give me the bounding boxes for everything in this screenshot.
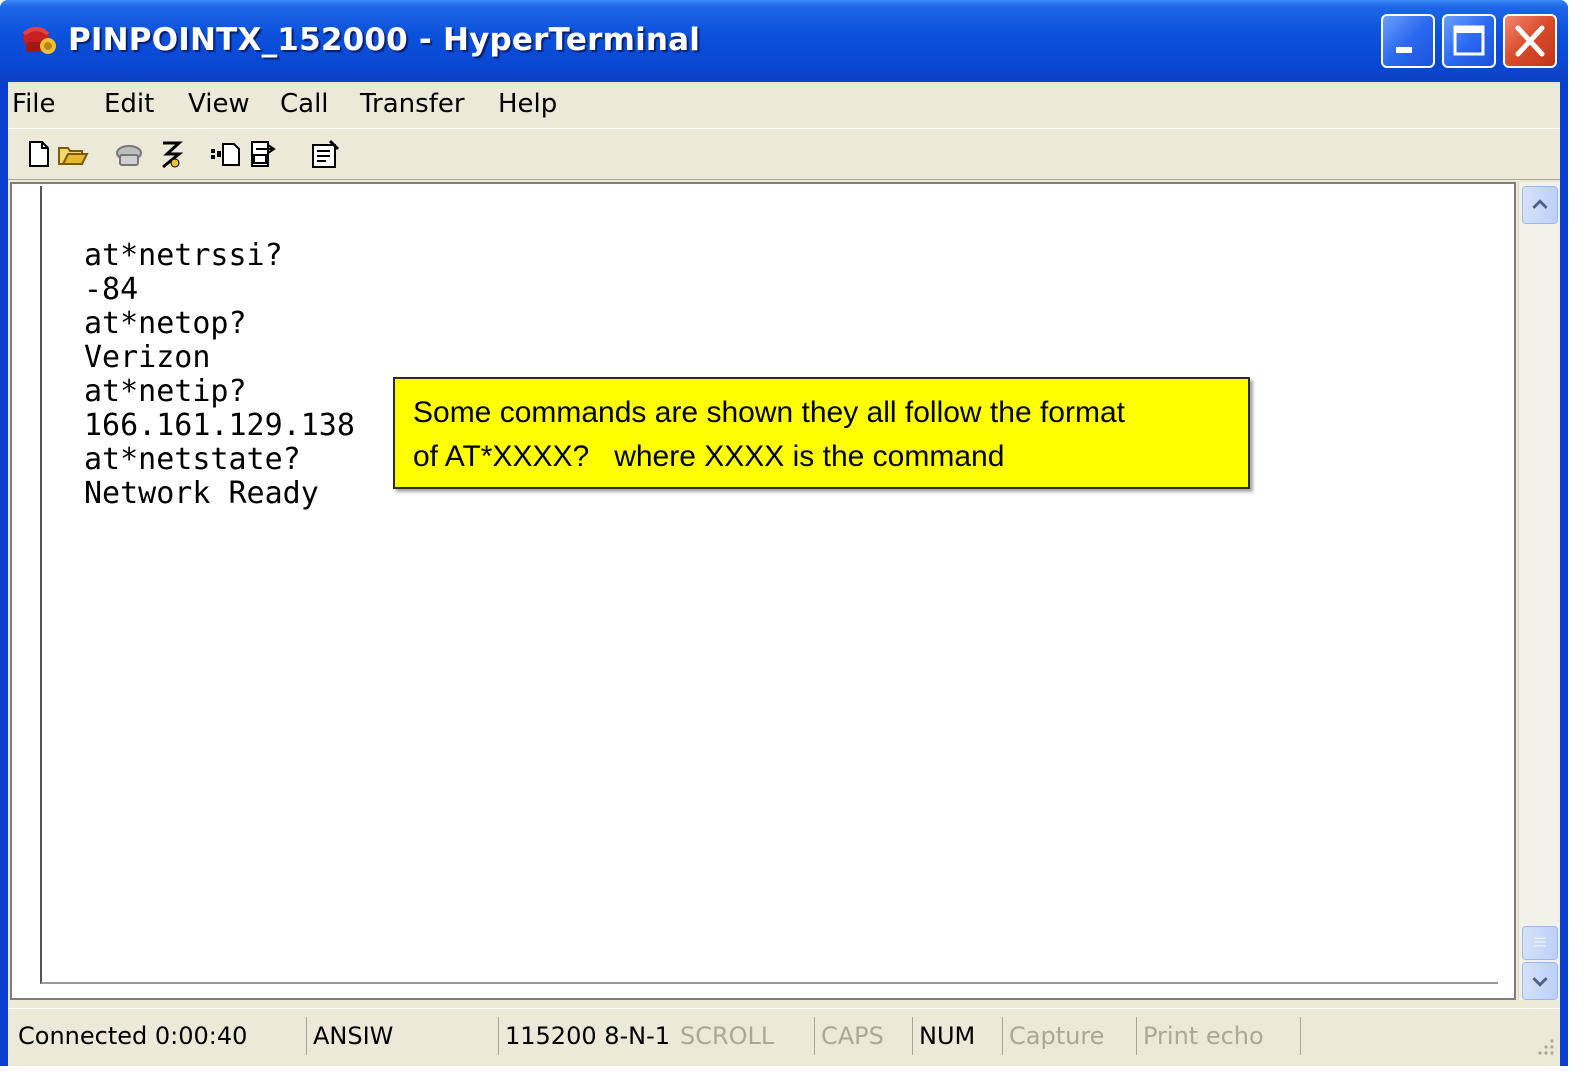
receive-file-button[interactable]	[246, 137, 280, 171]
properties-button[interactable]	[308, 137, 342, 171]
chevron-down-icon	[1532, 977, 1548, 987]
hang-up-icon	[162, 141, 184, 169]
phone-icon	[116, 145, 142, 166]
minimize-button[interactable]	[1381, 14, 1435, 68]
status-print-echo: Print echo	[1136, 1017, 1300, 1055]
menu-file[interactable]: File	[12, 89, 56, 119]
resize-grip-icon[interactable]	[1532, 1033, 1556, 1057]
minimize-icon	[1396, 47, 1412, 53]
maximize-button[interactable]	[1442, 14, 1496, 68]
status-caps: CAPS	[814, 1017, 906, 1055]
grip-icon	[1534, 937, 1546, 947]
status-port-settings: 115200 8-N-1	[498, 1017, 674, 1055]
disconnect-button[interactable]	[154, 137, 188, 171]
send-file-button[interactable]	[208, 137, 242, 171]
send-file-icon	[211, 143, 240, 166]
scroll-up-button[interactable]	[1522, 186, 1558, 224]
callout-line-1: Some commands are shown they all follow …	[413, 396, 1125, 429]
status-num: NUM	[912, 1017, 1002, 1055]
menu-edit[interactable]: Edit	[104, 89, 154, 119]
client-area: File Edit View Call Transfer Help at*net…	[8, 82, 1560, 1066]
terminal-line: Network Ready	[84, 476, 319, 511]
status-capture: Capture	[1002, 1017, 1130, 1055]
terminal-line: at*netstate?	[84, 442, 301, 477]
maximize-icon	[1453, 25, 1485, 56]
status-emulation: ANSIW	[306, 1017, 490, 1055]
toolbar	[8, 128, 1560, 180]
terminal-line: -84	[84, 272, 139, 307]
call-button[interactable]	[112, 137, 146, 171]
chevron-up-icon	[1532, 199, 1548, 209]
menu-view[interactable]: View	[188, 89, 250, 119]
terminal-screen[interactable]: at*netrssi? -84 at*netop? Verizon at*net…	[10, 182, 1516, 1000]
close-icon	[1515, 25, 1545, 57]
scroll-thumb[interactable]	[1522, 926, 1558, 960]
status-scroll: SCROLL	[680, 1022, 775, 1050]
menu-bar: File Edit View Call Transfer Help	[8, 82, 1560, 126]
new-document-icon	[29, 141, 49, 167]
callout-line-2: of AT*XXXX? where XXXX is the command	[413, 440, 1005, 473]
terminal-line: at*netop?	[84, 306, 247, 341]
properties-icon	[312, 139, 340, 168]
close-button[interactable]	[1503, 14, 1557, 68]
menu-transfer[interactable]: Transfer	[360, 89, 465, 119]
terminal-text-area[interactable]	[40, 186, 1498, 984]
vertical-scrollbar[interactable]	[1518, 182, 1560, 1000]
annotation-callout: Some commands are shown they all follow …	[393, 377, 1250, 489]
terminal-line: Verizon	[84, 340, 211, 375]
terminal-line: at*netip?	[84, 374, 247, 409]
terminal-line: 166.161.129.138	[84, 408, 355, 443]
open-folder-icon	[58, 147, 89, 165]
status-bar: Connected 0:00:40 ANSIW 115200 8-N-1 SCR…	[8, 1008, 1560, 1060]
menu-help[interactable]: Help	[498, 89, 557, 119]
window-title: PINPOINTX_152000 - HyperTerminal	[68, 22, 701, 58]
status-connected: Connected 0:00:40	[18, 1022, 248, 1050]
terminal-line: at*netrssi?	[84, 238, 283, 273]
status-divider	[1300, 1017, 1301, 1055]
receive-file-icon	[251, 141, 276, 167]
hyperterminal-app-icon	[22, 27, 56, 54]
open-button[interactable]	[56, 137, 90, 171]
title-bar[interactable]: PINPOINTX_152000 - HyperTerminal	[0, 0, 1568, 82]
new-connection-button[interactable]	[22, 137, 56, 171]
menu-call[interactable]: Call	[280, 89, 329, 119]
hyperterminal-window: PINPOINTX_152000 - HyperTerminal File Ed…	[0, 0, 1568, 1066]
scroll-down-button[interactable]	[1522, 962, 1558, 1000]
